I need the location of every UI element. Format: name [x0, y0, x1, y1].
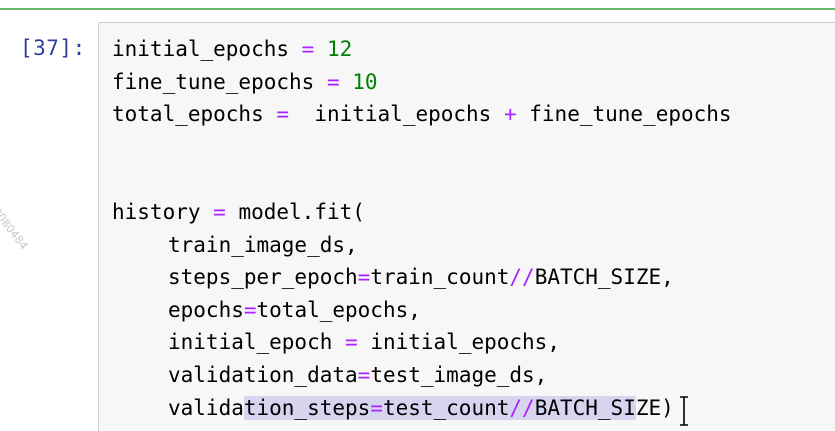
code-line: epochs=total_epochs,: [168, 297, 421, 322]
code-line: initial_epochs = 12: [112, 37, 353, 61]
text-selection: tion_steps=test_count//BATCH_SI: [243, 395, 636, 420]
code-line: total_epochs = initial_epochs + fine_tun…: [112, 102, 732, 127]
code-line: steps_per_epoch=train_count//BATCH_SIZE,: [168, 265, 674, 290]
cell-input-prompt: [37]:: [20, 36, 86, 60]
watermark: 78080484: [0, 200, 31, 253]
code-block[interactable]: initial_epochs = 12 fine_tune_epochs = 10…: [112, 33, 732, 424]
code-line: train_image_ds,: [168, 232, 358, 257]
code-line: validation_data=test_image_ds,: [168, 362, 548, 387]
cell-separator: [0, 8, 835, 10]
code-line: fine_tune_epochs = 10: [112, 69, 378, 94]
code-line: validation_steps=test_count//BATCH_SIZE): [168, 395, 674, 420]
text-cursor-icon: [680, 396, 688, 426]
code-line: history = model.fit(: [112, 199, 365, 224]
code-line: initial_epoch = initial_epochs,: [168, 330, 560, 355]
notebook-page: [37]: initial_epochs = 12 fine_tune_epoch…: [0, 0, 835, 431]
